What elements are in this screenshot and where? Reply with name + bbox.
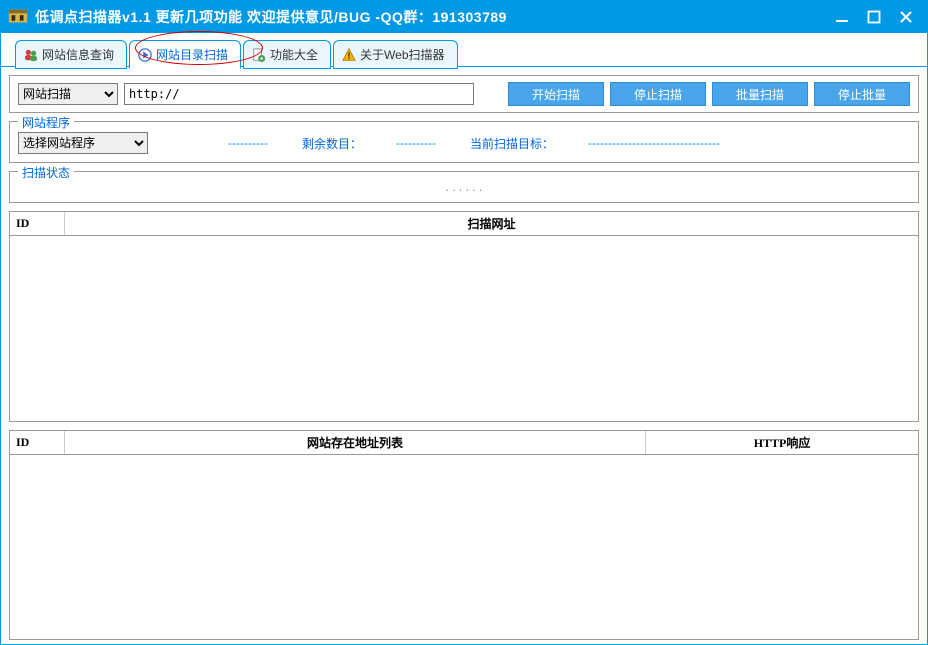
app-window: 低调点扫描器v1.1 更新几项功能 欢迎提供意见/BUG -QQ群：191303… — [0, 0, 928, 645]
address-list-table: ID 网站存在地址列表 HTTP响应 — [9, 430, 919, 641]
tab-label: 网站目录扫描 — [156, 46, 228, 63]
app-logo-icon — [7, 6, 29, 28]
current-target-label: 当前扫描目标： — [470, 135, 554, 152]
group-legend: 网站程序 — [18, 114, 74, 131]
col-header-addr[interactable]: 网站存在地址列表 — [64, 431, 645, 455]
scan-url-table: ID 扫描网址 — [9, 211, 919, 422]
col-header-http[interactable]: HTTP响应 — [646, 431, 918, 455]
col-header-id[interactable]: ID — [10, 212, 64, 236]
address-list-table-body[interactable] — [10, 455, 918, 640]
url-input[interactable] — [124, 83, 474, 105]
placeholder-dashes: ---------- — [228, 136, 268, 150]
col-header-id[interactable]: ID — [10, 431, 64, 455]
minimize-button[interactable] — [833, 8, 851, 26]
close-button[interactable] — [897, 8, 915, 26]
stop-batch-button[interactable]: 停止批量 — [814, 82, 910, 106]
maximize-button[interactable] — [865, 8, 883, 26]
remaining-count-label: 剩余数目： — [302, 135, 362, 152]
scan-status-body: . . . . . . — [18, 174, 910, 194]
batch-scan-button[interactable]: 批量扫描 — [712, 82, 808, 106]
stop-scan-button[interactable]: 停止扫描 — [610, 82, 706, 106]
window-controls — [833, 8, 921, 26]
window-title: 低调点扫描器v1.1 更新几项功能 欢迎提供意见/BUG -QQ群：191303… — [35, 7, 833, 27]
website-program-group: 网站程序 选择网站程序 ---------- 剩余数目： ---------- … — [9, 121, 919, 163]
people-icon — [24, 48, 38, 62]
current-target-value: --------------------------------- — [588, 136, 720, 150]
tab-tools[interactable]: 功能大全 — [243, 40, 331, 69]
tab-about[interactable]: 关于Web扫描器 — [333, 40, 457, 69]
tab-site-info[interactable]: 网站信息查询 — [15, 40, 127, 69]
tab-label: 关于Web扫描器 — [360, 46, 444, 63]
scan-type-select[interactable]: 网站扫描 — [18, 83, 118, 105]
play-circle-icon — [138, 48, 152, 62]
tab-label: 网站信息查询 — [42, 46, 114, 63]
remaining-count-value: ---------- — [396, 136, 436, 150]
scan-url-table-body[interactable] — [10, 236, 918, 421]
start-scan-button[interactable]: 开始扫描 — [508, 82, 604, 106]
tab-content: 网站扫描 开始扫描 停止扫描 批量扫描 停止批量 网站程序 选择网站程序 ---… — [1, 67, 927, 644]
scan-control-panel: 网站扫描 开始扫描 停止扫描 批量扫描 停止批量 — [9, 75, 919, 113]
scan-status-group: 扫描状态 . . . . . . — [9, 171, 919, 203]
page-plus-icon — [252, 48, 266, 62]
warning-icon — [342, 48, 356, 62]
tab-dir-scan[interactable]: 网站目录扫描 — [129, 40, 241, 69]
tab-label: 功能大全 — [270, 46, 318, 63]
col-header-url[interactable]: 扫描网址 — [64, 212, 918, 236]
tabstrip: 网站信息查询 网站目录扫描 功能大全 关于Web扫描器 — [1, 33, 927, 67]
group-legend: 扫描状态 — [18, 164, 74, 181]
titlebar: 低调点扫描器v1.1 更新几项功能 欢迎提供意见/BUG -QQ群：191303… — [1, 1, 927, 33]
website-program-select[interactable]: 选择网站程序 — [18, 132, 148, 154]
